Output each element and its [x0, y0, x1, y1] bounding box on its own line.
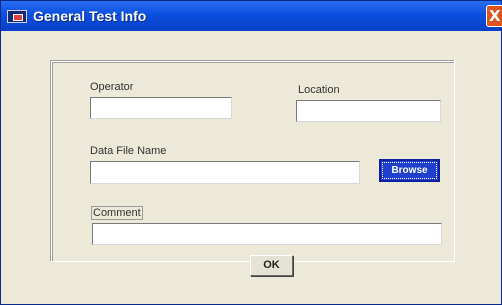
ok-button[interactable]: OK — [250, 255, 293, 276]
operator-label: Operator — [90, 81, 134, 93]
general-test-info-dialog: General Test Info X Operator Location Da… — [0, 0, 502, 305]
close-button[interactable]: X — [486, 5, 502, 27]
location-label: Location — [298, 84, 340, 96]
operator-field[interactable] — [90, 97, 232, 119]
comment-field[interactable] — [92, 223, 442, 245]
data-file-name-label: Data File Name — [90, 145, 167, 157]
comment-label: Comment — [91, 206, 143, 220]
app-icon — [7, 10, 27, 23]
data-file-name-field[interactable] — [90, 161, 360, 184]
browse-button[interactable]: Browse — [379, 159, 440, 182]
window-title: General Test Info — [33, 8, 147, 24]
location-field[interactable] — [296, 100, 441, 122]
title-bar[interactable]: General Test Info X — [1, 1, 502, 31]
